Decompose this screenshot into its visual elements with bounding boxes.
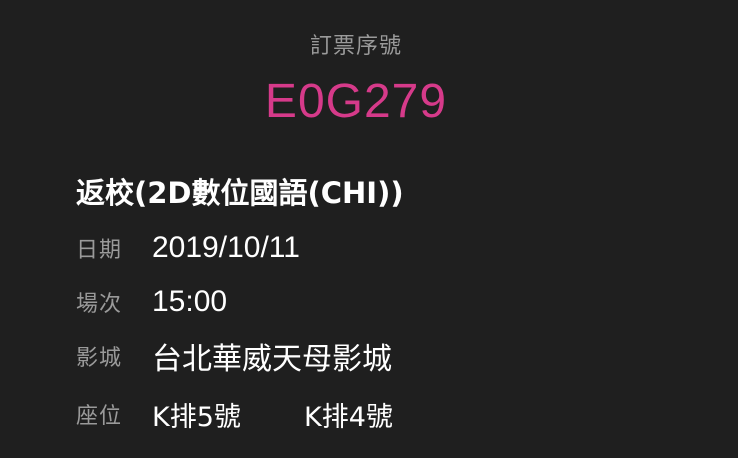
seat-item: K排5號 [152, 401, 241, 433]
date-value: 2019/10/11 [152, 231, 300, 264]
showtime-value: 15:00 [152, 285, 228, 318]
showtime-row: 場次 15:00 [76, 282, 227, 322]
seat-label: 座位 [76, 404, 123, 429]
order-number-label: 訂票序號 [309, 34, 402, 59]
seat-item: K排4號 [303, 401, 393, 433]
cinema-label: 影城 [76, 346, 123, 371]
date-label: 日期 [76, 238, 123, 263]
date-row: 日期 2019/10/11 [76, 228, 300, 268]
seat-row: 座位 K排5號 K排4號 [76, 394, 393, 434]
movie-title: 返校(2D數位國語(CHI)) [76, 176, 404, 210]
cinema-value: 台北華威天母影城 [152, 342, 392, 377]
order-number: E0G279 [264, 75, 448, 128]
cinema-row: 影城 台北華威天母影城 [76, 336, 392, 377]
ticket-card: 訂票序號 E0G279 返校(2D數位國語(CHI)) 日期 2019/10/1… [0, 0, 738, 458]
showtime-label: 場次 [76, 292, 123, 317]
seat-list: K排5號 K排4號 [152, 395, 393, 434]
